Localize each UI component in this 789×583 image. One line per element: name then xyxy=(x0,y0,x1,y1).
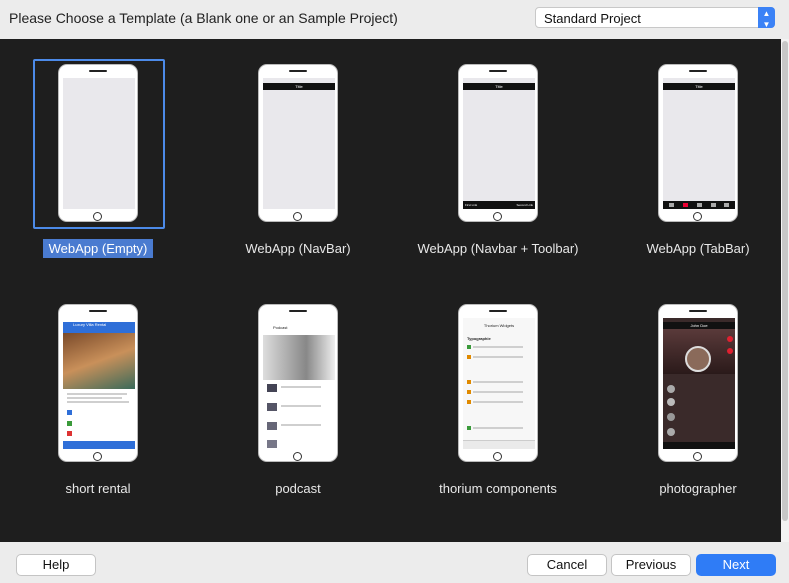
template-label: short rental xyxy=(65,481,131,496)
phone-preview: Podcast xyxy=(258,304,338,462)
home-button-icon xyxy=(493,212,502,221)
preview-navbar: Title xyxy=(663,83,735,90)
preview-header: John Doe xyxy=(663,322,735,329)
template-label: podcast xyxy=(275,481,321,496)
dialog-header: Please Choose a Template (a Blank one or… xyxy=(0,0,789,38)
home-button-icon xyxy=(693,212,702,221)
preview-section: Typographie xyxy=(467,336,491,341)
template-short-rental[interactable]: Luxury Villa Rental short rental xyxy=(0,279,196,519)
chevron-updown-icon[interactable]: ▲ ▼ xyxy=(758,7,775,29)
home-button-icon xyxy=(93,212,102,221)
phone-preview: John Doe xyxy=(658,304,738,462)
home-button-icon xyxy=(293,212,302,221)
template-webapp-empty[interactable]: WebApp (Empty) xyxy=(0,39,196,279)
help-button[interactable]: Help xyxy=(16,554,96,576)
template-photographer[interactable]: John Doe photographer xyxy=(600,279,789,519)
home-button-icon xyxy=(293,452,302,461)
template-thorium-components[interactable]: Thorium Widgets Typographie thorium comp… xyxy=(400,279,596,519)
template-grid: WebApp (Empty) Title WebApp (NavBar) Tit… xyxy=(0,39,781,542)
preview-header: Luxury Villa Rental xyxy=(63,322,135,333)
preview-header: Thorium Widgets xyxy=(483,323,515,328)
phone-preview: Luxury Villa Rental xyxy=(58,304,138,462)
preview-header: Podcast xyxy=(273,325,288,330)
template-webapp-tabbar[interactable]: Title WebApp (TabBar) xyxy=(600,39,789,279)
template-label: photographer xyxy=(659,481,737,496)
template-label: WebApp (Empty) xyxy=(42,239,154,258)
dialog-footer: Help Cancel Previous Next xyxy=(0,542,789,583)
preview-navbar: Title xyxy=(463,83,535,90)
phone-preview: Title xyxy=(658,64,738,222)
template-label: thorium components xyxy=(439,481,557,496)
phone-preview: Thorium Widgets Typographie xyxy=(458,304,538,462)
phone-preview xyxy=(58,64,138,222)
podcast-image xyxy=(263,335,335,380)
template-label: WebApp (Navbar + Toolbar) xyxy=(417,241,579,256)
phone-preview: Title First Link Second Link xyxy=(458,64,538,222)
template-podcast[interactable]: Podcast podcast xyxy=(200,279,396,519)
project-type-select[interactable]: Standard Project ▲ ▼ xyxy=(535,7,775,29)
vertical-scrollbar[interactable] xyxy=(781,39,789,542)
next-button[interactable]: Next xyxy=(696,554,776,576)
villa-image xyxy=(63,333,135,389)
template-webapp-navbar-toolbar[interactable]: Title First Link Second Link WebApp (Nav… xyxy=(400,39,596,279)
home-button-icon xyxy=(493,452,502,461)
preview-toolbar: First Link Second Link xyxy=(463,201,535,209)
scrollbar-thumb[interactable] xyxy=(782,41,788,521)
template-label: WebApp (TabBar) xyxy=(646,241,750,256)
preview-navbar: Title xyxy=(263,83,335,90)
dialog-title: Please Choose a Template (a Blank one or… xyxy=(9,10,398,26)
phone-preview: Title xyxy=(258,64,338,222)
project-type-value: Standard Project xyxy=(544,11,641,26)
cancel-button[interactable]: Cancel xyxy=(527,554,607,576)
previous-button[interactable]: Previous xyxy=(611,554,691,576)
home-button-icon xyxy=(93,452,102,461)
preview-tabbar xyxy=(663,201,735,209)
template-label: WebApp (NavBar) xyxy=(245,241,351,256)
template-webapp-navbar[interactable]: Title WebApp (NavBar) xyxy=(200,39,396,279)
home-button-icon xyxy=(693,452,702,461)
